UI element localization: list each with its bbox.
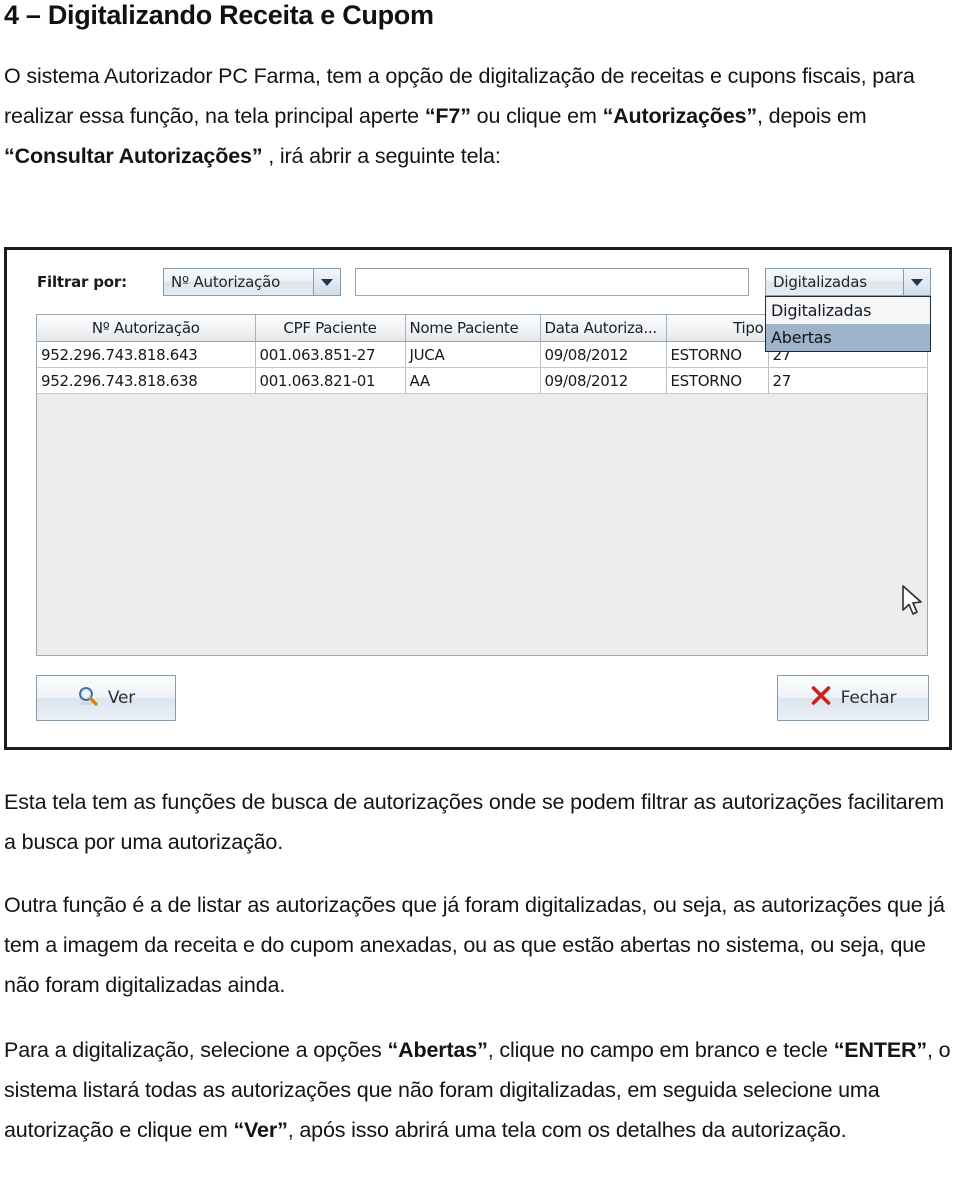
cell-tipo: ESTORNO: [666, 367, 769, 394]
ver-button[interactable]: Ver: [36, 675, 176, 721]
intro-bold-f7: “F7”: [424, 104, 471, 128]
column-header-cpf-paciente[interactable]: CPF Paciente: [255, 315, 406, 342]
column-header-nome-paciente[interactable]: Nome Paciente: [405, 315, 541, 342]
status-combobox[interactable]: Digitalizadas: [765, 268, 931, 296]
consultar-autorizacoes-window: Filtrar por: Nº Autorização Digitalizada…: [4, 247, 952, 750]
cell-cpf-paciente: 001.063.851-27: [255, 341, 406, 368]
intro-paragraph: O sistema Autorizador PC Farma, tem a op…: [4, 56, 952, 176]
cell-nome-paciente: JUCA: [405, 341, 541, 368]
digit-text-4: , após isso abrirá uma tela com os detal…: [287, 1118, 847, 1142]
intro-bold-autorizacoes: “Autorizações”: [602, 104, 758, 128]
authorizations-grid[interactable]: Nº Autorização CPF Paciente Nome Pacient…: [36, 314, 928, 656]
ver-button-label: Ver: [107, 688, 136, 708]
fechar-button[interactable]: Fechar: [777, 675, 929, 721]
column-header-num-autorizacao[interactable]: Nº Autorização: [37, 315, 256, 342]
cell-num-autorizacao: 952.296.743.818.643: [37, 341, 256, 368]
cell-tipo: ESTORNO: [666, 341, 769, 368]
chevron-down-icon: [911, 279, 923, 286]
magnifier-icon: [77, 685, 99, 711]
search-input[interactable]: [355, 268, 749, 296]
digit-bold-enter: “ENTER”: [833, 1038, 928, 1062]
filter-field-combobox-value: Nº Autorização: [171, 273, 281, 291]
cell-nome-paciente: AA: [405, 367, 541, 394]
digit-text-1: Para a digitalização, selecione a opções: [4, 1038, 388, 1062]
digit-bold-ver: “Ver”: [233, 1118, 288, 1142]
status-combobox-toggle[interactable]: [903, 269, 930, 295]
page-title: 4 – Digitalizando Receita e Cupom: [4, 0, 434, 30]
digit-text-2: , clique no campo em branco e tecle: [487, 1038, 834, 1062]
table-row[interactable]: 952.296.743.818.638 001.063.821-01 AA 09…: [37, 367, 928, 394]
paragraph-busca: Esta tela tem as funções de busca de aut…: [4, 790, 945, 854]
status-combobox-value: Digitalizadas: [773, 273, 867, 291]
filter-field-combobox[interactable]: Nº Autorização: [163, 268, 341, 296]
dropdown-option-abertas[interactable]: Abertas: [766, 324, 930, 351]
intro-text-4: , irá abrir a seguinte tela:: [262, 144, 501, 168]
cell-data-autorizacao: 09/08/2012: [540, 341, 667, 368]
dropdown-option-digitalizadas[interactable]: Digitalizadas: [766, 297, 930, 324]
fechar-button-label: Fechar: [840, 688, 897, 708]
paragraph-listar: Outra função é a de listar as autorizaçõ…: [4, 893, 945, 997]
intro-bold-consultar: “Consultar Autorizações”: [4, 144, 263, 168]
column-header-data-autorizacao[interactable]: Data Autoriza...: [540, 315, 667, 342]
intro-text-3: , depois em: [756, 104, 867, 128]
status-dropdown-list[interactable]: Digitalizadas Abertas: [765, 296, 931, 352]
paragraph-digitalizacao: Para a digitalização, selecione a opções…: [4, 1030, 952, 1150]
cell-num-autorizacao: 952.296.743.818.638: [37, 367, 256, 394]
cell-data-autorizacao: 09/08/2012: [540, 367, 667, 394]
filter-field-combobox-toggle[interactable]: [313, 269, 340, 295]
cell-cpf-paciente: 001.063.821-01: [255, 367, 406, 394]
column-header-tipo[interactable]: Tipo: [666, 315, 769, 342]
cell-extra: 27: [768, 367, 928, 394]
intro-text-2: ou clique em: [470, 104, 603, 128]
digit-bold-abertas: “Abertas”: [387, 1038, 488, 1062]
chevron-down-icon: [321, 279, 333, 286]
filter-bar: Filtrar por: Nº Autorização Digitalizada…: [7, 268, 949, 298]
close-x-icon: [810, 685, 832, 711]
filter-label: Filtrar por:: [37, 273, 127, 291]
